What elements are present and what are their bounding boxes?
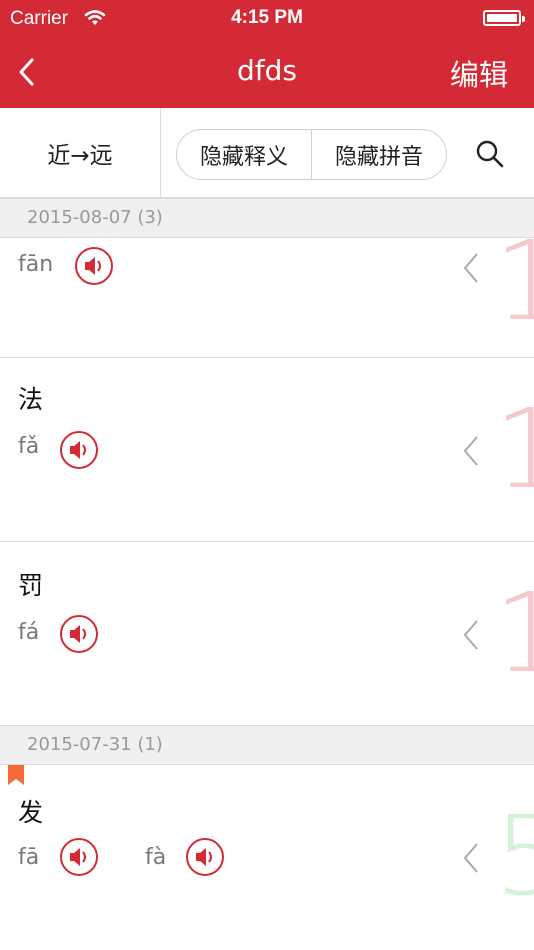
pinyin-label: fà	[145, 845, 167, 870]
pinyin-label: fā	[18, 845, 40, 870]
word-label: 法	[18, 385, 44, 414]
screen: Carrier 4:15 PM dfds 编辑 近→远 隐藏释义 隐藏拼音 20…	[0, 0, 534, 950]
word-label: 罚	[18, 571, 44, 600]
status-bar: Carrier 4:15 PM	[0, 0, 534, 38]
review-count: 1	[494, 394, 534, 504]
date-section-header: 2015-08-07 (3)	[0, 198, 534, 238]
word-row[interactable]: 罚 fá 1	[0, 542, 534, 726]
header: Carrier 4:15 PM dfds 编辑	[0, 0, 534, 108]
speaker-icon[interactable]	[59, 430, 99, 470]
bookmark-icon	[8, 765, 24, 785]
chevron-left-icon[interactable]	[460, 618, 482, 652]
display-toggle-group: 隐藏释义 隐藏拼音	[176, 129, 447, 180]
search-icon[interactable]	[474, 138, 506, 170]
chevron-left-icon[interactable]	[460, 434, 482, 468]
date-section-header: 2015-07-31 (1)	[0, 725, 534, 765]
pinyin-label: fǎ	[18, 434, 40, 459]
sort-order-button[interactable]: 近→远	[0, 108, 161, 198]
status-time: 4:15 PM	[231, 7, 303, 28]
word-row[interactable]: fān 1	[0, 238, 534, 358]
speaker-icon[interactable]	[185, 837, 225, 877]
review-count: 5	[494, 792, 534, 920]
chevron-left-icon[interactable]	[460, 251, 482, 285]
toolbar: 近→远 隐藏释义 隐藏拼音	[0, 108, 534, 198]
speaker-icon[interactable]	[59, 614, 99, 654]
pinyin-label: fān	[18, 252, 54, 277]
word-row[interactable]: 发 fā fà 5	[0, 765, 534, 950]
hide-meaning-button[interactable]: 隐藏释义	[177, 130, 311, 179]
word-row[interactable]: 法 fǎ 1	[0, 358, 534, 542]
edit-button[interactable]: 编辑	[450, 52, 508, 94]
pinyin-label: fá	[18, 620, 40, 645]
review-count: 1	[494, 578, 534, 688]
hide-pinyin-button[interactable]: 隐藏拼音	[311, 130, 446, 179]
review-count: 1	[494, 238, 534, 336]
speaker-icon[interactable]	[74, 246, 114, 286]
nav-bar: dfds 编辑	[0, 38, 534, 108]
speaker-icon[interactable]	[59, 837, 99, 877]
chevron-left-icon[interactable]	[460, 841, 482, 875]
battery-icon	[483, 10, 525, 26]
word-label: 发	[18, 798, 44, 827]
